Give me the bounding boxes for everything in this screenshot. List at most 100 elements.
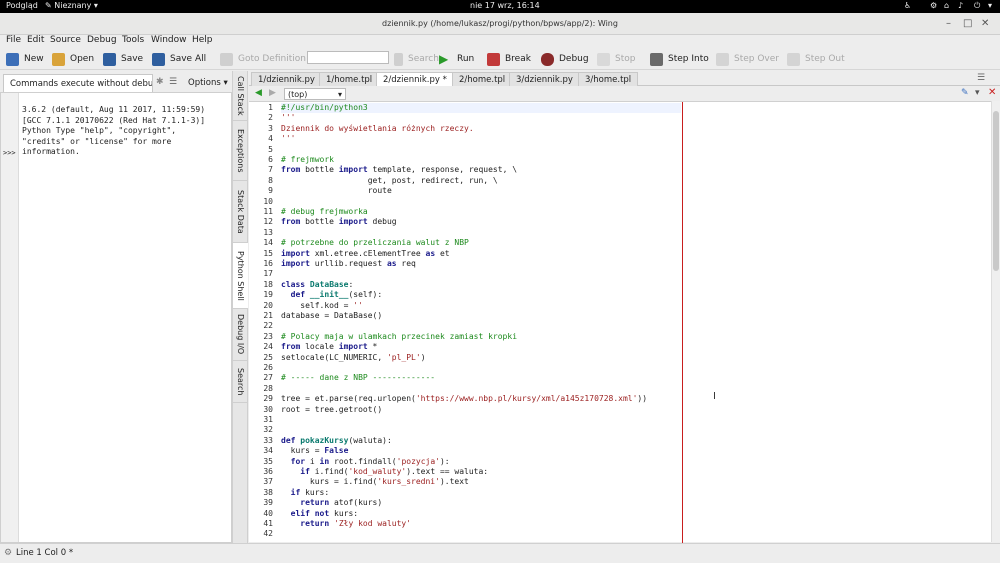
editor-menu-chevron-icon[interactable]: ▾ [975,88,980,98]
code-line[interactable]: elif not kurs: [281,509,358,519]
goto-definition-button[interactable]: Goto Definition [220,51,306,67]
minimize-icon[interactable]: – [946,18,951,30]
code-line[interactable]: ''' [281,113,295,123]
code-line[interactable]: import urllib.request as req [281,259,416,269]
code-line[interactable]: from bottle import debug [281,217,397,227]
menu-window[interactable]: Window [151,35,187,45]
code-line[interactable]: #!/usr/bin/python3 [281,103,681,114]
pin-icon[interactable]: ✱ [156,77,164,87]
code-token: import [281,259,310,268]
menu-file[interactable]: File [6,35,21,45]
debug-button[interactable]: Debug [541,51,589,67]
activities-label[interactable]: Podgląd [6,1,38,10]
code-token: 'pl_PL' [386,352,421,362]
code-line[interactable]: tree = et.parse(req.urlopen('https://www… [281,394,647,404]
menu-help[interactable]: Help [192,35,213,45]
code-line[interactable]: get, post, redirect, run, \ [281,176,498,186]
shell-tab[interactable]: Commands execute without debu [3,74,153,92]
open-button[interactable]: Open [52,51,94,67]
menu-tools[interactable]: Tools [122,35,144,45]
tab-python-shell[interactable]: Python Shell [233,243,248,309]
tab-exceptions[interactable]: Exceptions [233,121,248,181]
close-icon[interactable]: ✕ [981,18,989,30]
code-line[interactable]: # Polacy maja w ulamkach przecinek zamia… [281,332,517,342]
step-over-button[interactable]: Step Over [716,51,779,67]
save-all-button[interactable]: Save All [152,51,206,67]
code-line[interactable]: kurs = i.find('kurs_sredni').text [281,477,469,487]
code-line[interactable]: if i.find('kod_waluty').text == waluta: [281,467,488,477]
clock[interactable]: nie 17 wrz, 16:14 [470,1,540,10]
search-button[interactable]: Search [394,51,439,67]
code-line[interactable]: from bottle import template, response, r… [281,165,517,175]
step-out-button[interactable]: Step Out [787,51,845,67]
accessibility-icon[interactable]: ♿ [904,1,911,10]
code-line[interactable]: return atof(kurs) [281,498,382,508]
code-line[interactable]: self.kod = '' [281,301,363,311]
run-button[interactable]: ▶ Run [439,51,474,67]
code-line[interactable]: def __init__(self): [281,290,383,300]
tab-1-home[interactable]: 1/home.tpl [319,72,380,86]
menu-debug[interactable]: Debug [87,35,117,45]
code-line[interactable]: def pokazKursy(waluta): [281,436,392,446]
code-line[interactable]: from locale import * [281,342,377,352]
code-line[interactable]: import xml.etree.cElementTree as et [281,249,450,259]
tab-call-stack[interactable]: Call Stack [233,71,248,121]
tab-1-dziennik[interactable]: 1/dziennik.py [251,72,322,86]
break-button[interactable]: Break [487,51,531,67]
code-line[interactable]: if kurs: [281,488,330,498]
network-icon[interactable]: ⌂ [944,1,949,10]
history-icon[interactable]: ☰ [169,77,177,87]
save-all-label: Save All [170,54,207,64]
stop-button[interactable]: Stop [597,51,635,67]
maximize-icon[interactable]: □ [963,18,972,30]
tab-3-home[interactable]: 3/home.tpl [578,72,639,86]
settings-icon[interactable]: ⚙ [930,1,937,10]
code-line[interactable]: root = tree.getroot() [281,405,382,415]
close-editor-icon[interactable]: ✕ [988,87,996,98]
code-token: req [396,259,416,268]
code-line[interactable]: ''' [281,134,295,144]
step-into-button[interactable]: Step Into [650,51,709,67]
menu-source[interactable]: Source [50,35,81,45]
menu-edit[interactable]: Edit [27,35,44,45]
tab-stack-data[interactable]: Stack Data [233,181,248,243]
app-menu[interactable]: ✎ Nieznany ▾ [45,1,98,10]
tab-3-dziennik[interactable]: 3/dziennik.py [509,72,580,86]
forward-icon[interactable]: ▶ [269,88,276,98]
pin-editor-icon[interactable]: ✎ [961,88,969,98]
new-button[interactable]: New [6,51,44,67]
tab-search[interactable]: Search [233,361,248,403]
code-line[interactable]: class DataBase: [281,280,353,290]
options-menu[interactable]: Options ▾ [188,78,228,88]
code-line[interactable]: kurs = False [281,446,349,456]
code-line[interactable]: setlocale(LC_NUMERIC, 'pl_PL') [281,353,426,363]
code-line[interactable]: database = DataBase() [281,311,382,321]
window-titlebar: dziennik.py (/home/lukasz/progi/python/b… [0,13,1000,35]
code-line[interactable]: # potrzebne do przeliczania walut z NBP [281,238,469,248]
editor-scrollbar[interactable] [991,101,1000,542]
search-input[interactable] [307,51,389,64]
code-line[interactable]: # ----- dane z NBP ------------- [281,373,435,383]
code-line[interactable]: for i in root.findall('pozycja'): [281,457,450,467]
code-line[interactable]: # debug frejmworka [281,207,368,217]
tab-debug-io[interactable]: Debug I/O [233,309,248,361]
line-number: 28 [263,383,273,393]
back-icon[interactable]: ◀ [255,88,262,98]
save-button[interactable]: Save [103,51,143,67]
system-menu-chevron-icon[interactable]: ▾ [988,1,992,10]
power-icon[interactable]: ⏻ [974,1,980,11]
tab-2-home[interactable]: 2/home.tpl [452,72,513,86]
code-line[interactable]: route [281,186,392,196]
line-number: 15 [263,248,273,258]
scrollbar-thumb[interactable] [993,111,999,271]
code-editor[interactable]: 1 #!/usr/bin/python3 2 ''' 3 Dziennik do wyśw… [249,101,991,543]
code-line[interactable]: # frejmwork [281,155,334,165]
code-line[interactable]: Dziennik do wyświetlania różnych rzeczy. [281,124,474,134]
volume-icon[interactable]: ♪ [958,1,963,10]
code-line[interactable]: return 'Zły kod waluty' [281,519,411,529]
tab-2-dziennik[interactable]: 2/dziennik.py * [376,72,454,86]
shell-output[interactable]: 3.6.2 (default, Aug 11 2017, 11:59:59) [G… [0,92,232,543]
line-number: 20 [263,300,273,310]
tab-options-icon[interactable]: ☰ [977,73,985,83]
scope-selector[interactable]: (top) ▾ [284,88,346,100]
